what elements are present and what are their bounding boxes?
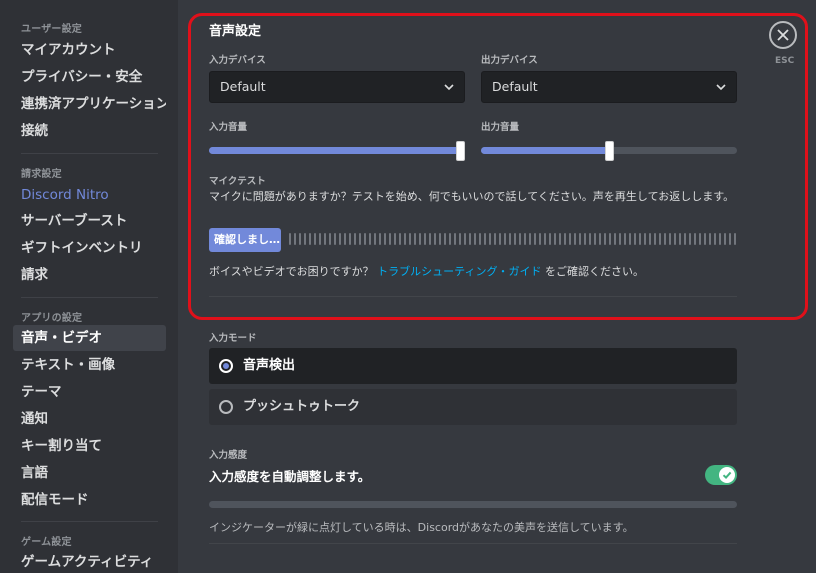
sidebar-header-billing: 請求設定 bbox=[21, 169, 62, 180]
sensitivity-bar bbox=[209, 501, 737, 508]
sidebar-item-connections[interactable]: 接続 bbox=[13, 118, 166, 144]
sidebar-item-streamer-mode[interactable]: 配信モード bbox=[13, 487, 166, 513]
sidebar-item-my-account[interactable]: マイアカウント bbox=[13, 37, 166, 63]
sidebar-item-gift-inventory[interactable]: ギフトインベントリ bbox=[13, 235, 166, 261]
input-mode-label: 入力モード bbox=[209, 333, 257, 344]
sidebar-item-language[interactable]: 言語 bbox=[13, 460, 166, 486]
radio-push-to-talk[interactable]: プッシュトゥトーク bbox=[209, 389, 737, 425]
sidebar-item-privacy-safety[interactable]: プライバシー・安全 bbox=[13, 64, 166, 90]
radio-push-to-talk-label: プッシュトゥトーク bbox=[243, 399, 361, 414]
radio-unchecked-icon bbox=[219, 400, 233, 414]
sensitivity-note: インジケーターが緑に点灯している時は、Discordがあなたの美声を送信していま… bbox=[209, 521, 634, 534]
radio-voice-activity[interactable]: 音声検出 bbox=[209, 348, 737, 384]
auto-sensitivity-toggle[interactable] bbox=[705, 465, 737, 485]
section-divider bbox=[209, 543, 737, 544]
auto-sensitivity-label: 入力感度を自動調整します。 bbox=[209, 469, 371, 484]
input-sensitivity-label: 入力感度 bbox=[209, 450, 248, 461]
sidebar-item-keybinds[interactable]: キー割り当て bbox=[13, 433, 166, 459]
toggle-knob bbox=[719, 467, 735, 483]
sidebar-item-theme[interactable]: テーマ bbox=[13, 379, 166, 405]
sidebar-item-nitro[interactable]: Discord Nitro bbox=[13, 182, 166, 208]
sidebar-header-app-settings: アプリの設定 bbox=[21, 313, 83, 324]
sidebar-header-user-settings: ユーザー設定 bbox=[21, 24, 82, 35]
radio-checked-icon bbox=[219, 359, 233, 373]
sidebar-divider bbox=[21, 521, 158, 522]
sidebar-item-voice-video[interactable]: 音声・ビデオ bbox=[13, 325, 166, 351]
checkmark-icon bbox=[722, 471, 732, 480]
sidebar-item-notifications[interactable]: 通知 bbox=[13, 406, 166, 432]
highlight-box bbox=[188, 13, 808, 320]
settings-sidebar: ユーザー設定 マイアカウント プライバシー・安全 連携済アプリケーション 接続 … bbox=[0, 0, 178, 573]
sidebar-item-server-boost[interactable]: サーバーブースト bbox=[13, 208, 166, 234]
sidebar-item-billing[interactable]: 請求 bbox=[13, 262, 166, 288]
radio-voice-activity-label: 音声検出 bbox=[243, 358, 296, 373]
sidebar-divider bbox=[21, 297, 158, 298]
sidebar-divider bbox=[21, 153, 158, 154]
sidebar-header-game-settings: ゲーム設定 bbox=[21, 537, 72, 548]
sidebar-item-game-activity[interactable]: ゲームアクティビティ bbox=[13, 549, 166, 573]
sidebar-item-text-images[interactable]: テキスト・画像 bbox=[13, 352, 166, 378]
sidebar-item-authorized-apps[interactable]: 連携済アプリケーション bbox=[13, 91, 166, 117]
